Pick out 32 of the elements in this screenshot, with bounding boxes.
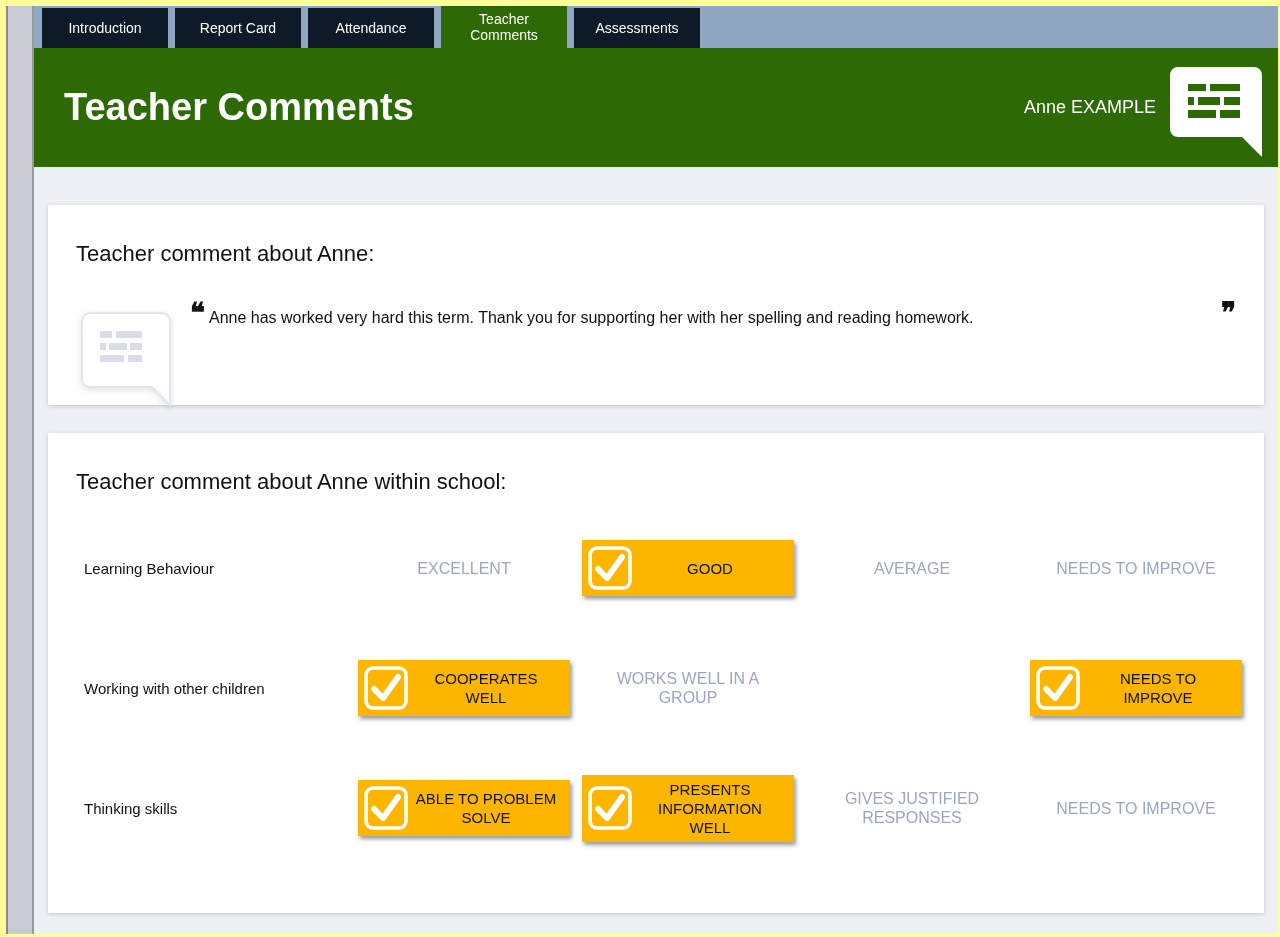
open-quote: ❝: [190, 299, 205, 327]
card-heading: Teacher comment about Anne:: [76, 241, 376, 267]
tab[interactable]: Introduction: [42, 8, 168, 48]
rating-label: AVERAGE: [872, 558, 952, 578]
card-heading: Teacher comment about Anne within school:: [76, 469, 508, 495]
criterion-label: Working with other children: [83, 678, 266, 699]
checkmark-icon: [1036, 666, 1080, 710]
tab[interactable]: Assessments: [574, 8, 700, 48]
rating-label: COOPERATES WELL: [433, 669, 539, 707]
tab[interactable]: Attendance: [308, 8, 434, 48]
speech-bubble-icon: [1170, 66, 1262, 157]
checkmark-icon: [364, 786, 408, 830]
tab[interactable]: Teacher Comments: [441, 6, 567, 48]
tab[interactable]: Report Card: [175, 8, 301, 48]
rating-label: GIVES JUSTIFIED RESPONSES: [843, 789, 981, 827]
rating-label: NEEDS TO IMPROVE: [1055, 798, 1217, 818]
rating-label: NEEDS TO IMPROVE: [1055, 558, 1217, 578]
checkmark-icon: [588, 546, 632, 590]
checkmark-icon: [588, 786, 632, 830]
criterion-label: Learning Behaviour: [83, 558, 216, 579]
rating-label: PRESENTS INFORMATION WELL: [657, 779, 763, 837]
close-quote: ❞: [1221, 299, 1236, 327]
student-name: Anne EXAMPLE: [1023, 97, 1156, 118]
rating-label: EXCELLENT: [416, 558, 512, 578]
checkmark-icon: [364, 666, 408, 710]
rating-label: ABLE TO PROBLEM SOLVE: [414, 789, 558, 827]
rating-label: WORKS WELL IN A GROUP: [615, 669, 761, 707]
criterion-label: Thinking skills: [83, 798, 179, 819]
rating-label: NEEDS TO IMPROVE: [1118, 669, 1198, 707]
page-title: Teacher Comments: [64, 86, 415, 129]
rating-label: GOOD: [686, 558, 734, 578]
comment-text: Anne has worked very hard this term. Thank you for supporting her with her spelling and reading homework.: [209, 309, 975, 327]
